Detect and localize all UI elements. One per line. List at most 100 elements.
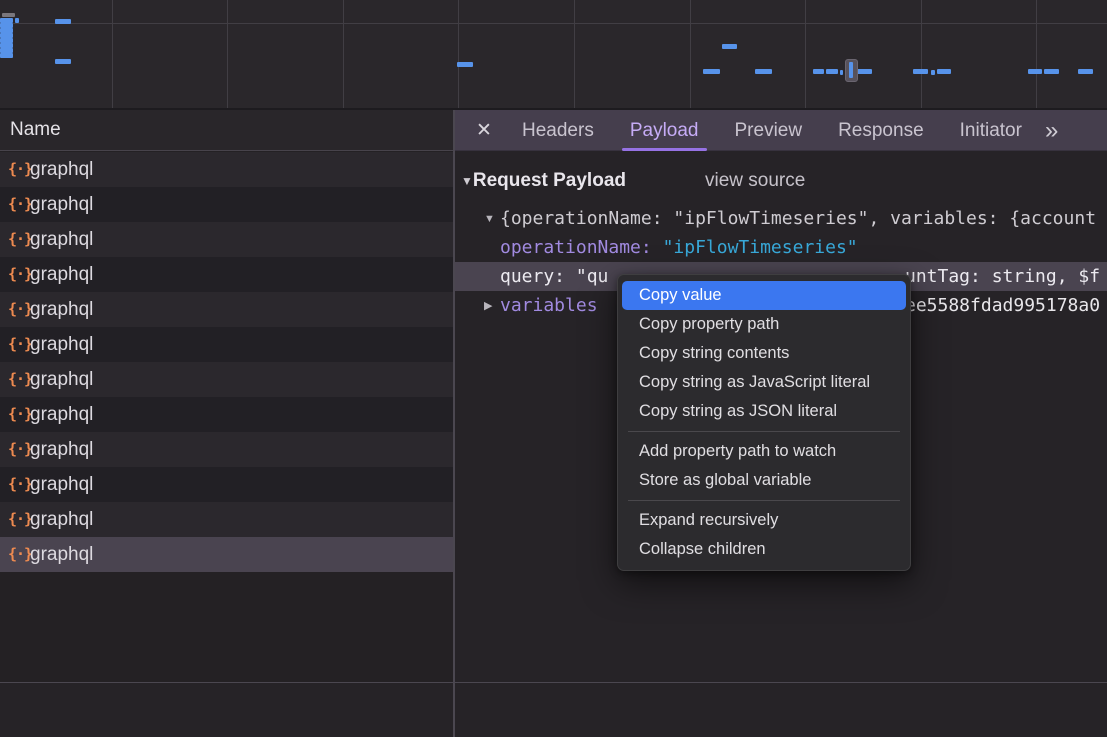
- timeline-selection-marker-bar: [849, 62, 853, 78]
- waterfall-bar: [55, 19, 71, 24]
- close-icon[interactable]: ✕: [467, 119, 501, 142]
- timeline-gridline: [0, 23, 1107, 24]
- request-row[interactable]: {·}graphql: [0, 257, 453, 292]
- panel-split-divider[interactable]: [453, 110, 455, 737]
- request-row[interactable]: {·}graphql: [0, 152, 453, 187]
- tab-initiator[interactable]: Initiator: [945, 110, 1037, 151]
- request-row[interactable]: {·}graphql: [0, 327, 453, 362]
- property-key: variables: [500, 295, 598, 316]
- request-row[interactable]: {·}graphql: [0, 362, 453, 397]
- waterfall-bar: [913, 69, 928, 74]
- section-title: Request Payload: [473, 170, 626, 191]
- json-braces-icon: {·}: [0, 467, 30, 502]
- json-braces-icon: {·}: [0, 397, 30, 432]
- request-row[interactable]: {·}graphql: [0, 432, 453, 467]
- json-braces-icon: {·}: [0, 187, 30, 222]
- request-row[interactable]: {·}graphql: [0, 187, 453, 222]
- menu-item-add-property-path-to-watch[interactable]: Add property path to watch: [618, 437, 910, 466]
- json-braces-icon: {·}: [0, 222, 30, 257]
- request-name: graphql: [30, 187, 93, 222]
- json-braces-icon: {·}: [0, 292, 30, 327]
- more-tabs-icon[interactable]: »: [1045, 110, 1056, 151]
- property-key: operationName:: [500, 237, 652, 258]
- json-braces-icon: {·}: [0, 362, 30, 397]
- name-column-label: Name: [10, 119, 61, 140]
- request-row[interactable]: {·}graphql: [0, 502, 453, 537]
- timeline-gridline: [574, 0, 575, 108]
- property-key: query:: [500, 266, 565, 287]
- request-name: graphql: [30, 362, 93, 397]
- menu-item-copy-string-as-javascript-literal[interactable]: Copy string as JavaScript literal: [618, 368, 910, 397]
- waterfall-bar: [937, 69, 951, 74]
- waterfall-bar: [703, 69, 720, 74]
- tab-response[interactable]: Response: [823, 110, 939, 151]
- request-row[interactable]: {·}graphql: [0, 397, 453, 432]
- section-collapse-icon[interactable]: ▼: [461, 174, 473, 188]
- timeline-gridline: [112, 0, 113, 108]
- waterfall-bar: [15, 18, 19, 23]
- json-braces-icon: {·}: [0, 327, 30, 362]
- request-name: graphql: [30, 327, 93, 362]
- network-panel-body: Name {·}graphql{·}graphql{·}graphql{·}gr…: [0, 110, 1107, 682]
- property-value: "ipFlowTimeseries": [663, 237, 858, 258]
- request-name: graphql: [30, 292, 93, 327]
- menu-item-copy-string-as-json-literal[interactable]: Copy string as JSON literal: [618, 397, 910, 426]
- request-name: graphql: [30, 537, 93, 572]
- request-row[interactable]: {·}graphql: [0, 467, 453, 502]
- tab-preview[interactable]: Preview: [720, 110, 818, 151]
- network-overview-timeline[interactable]: [0, 0, 1107, 110]
- menu-item-store-as-global-variable[interactable]: Store as global variable: [618, 466, 910, 495]
- devtools-window: Name {·}graphql{·}graphql{·}graphql{·}gr…: [0, 0, 1107, 737]
- json-braces-icon: {·}: [0, 152, 30, 187]
- waterfall-bar: [457, 62, 473, 67]
- request-name: graphql: [30, 397, 93, 432]
- json-braces-icon: {·}: [0, 537, 30, 572]
- waterfall-bar: [931, 70, 935, 75]
- timeline-gridline: [458, 0, 459, 108]
- timeline-gridline: [1036, 0, 1037, 108]
- waterfall-bar: [826, 69, 838, 74]
- menu-item-collapse-children[interactable]: Collapse children: [618, 535, 910, 564]
- timeline-gridline: [921, 0, 922, 108]
- request-payload-section-header[interactable]: ▼Request Payload view source: [453, 165, 1107, 197]
- tab-payload[interactable]: Payload: [615, 110, 714, 151]
- payload-row-operation-name[interactable]: operationName: "ipFlowTimeseries": [453, 233, 1107, 262]
- tab-headers[interactable]: Headers: [507, 110, 609, 151]
- menu-separator: [628, 500, 900, 501]
- menu-item-expand-recursively[interactable]: Expand recursively: [618, 506, 910, 535]
- request-list-panel: Name {·}graphql{·}graphql{·}graphql{·}gr…: [0, 110, 453, 682]
- property-preview-right: ee5588fdad995178a0: [905, 291, 1100, 320]
- request-list: {·}graphql{·}graphql{·}graphql{·}graphql…: [0, 152, 453, 682]
- payload-row-root[interactable]: ▼{operationName: "ipFlowTimeseries", var…: [453, 204, 1107, 233]
- status-bar: [0, 682, 1107, 737]
- property-value-left: "qu: [576, 266, 609, 287]
- request-row[interactable]: {·}graphql: [0, 537, 453, 572]
- request-name: graphql: [30, 257, 93, 292]
- expand-icon[interactable]: ▼: [484, 205, 500, 233]
- request-name: graphql: [30, 222, 93, 257]
- timeline-gridline: [343, 0, 344, 108]
- waterfall-bar: [55, 59, 71, 64]
- name-column-header[interactable]: Name: [0, 110, 453, 151]
- menu-item-copy-value[interactable]: Copy value: [622, 281, 906, 310]
- waterfall-bar: [840, 70, 843, 75]
- view-source-link[interactable]: view source: [705, 165, 805, 197]
- menu-item-copy-string-contents[interactable]: Copy string contents: [618, 339, 910, 368]
- json-braces-icon: {·}: [0, 432, 30, 467]
- json-braces-icon: {·}: [0, 257, 30, 292]
- property-value-right: untTag: string, $f: [905, 262, 1100, 291]
- request-row[interactable]: {·}graphql: [0, 292, 453, 327]
- timeline-gray-bar: [2, 13, 15, 17]
- waterfall-bar: [857, 69, 872, 74]
- request-name: graphql: [30, 502, 93, 537]
- context-menu: Copy valueCopy property pathCopy string …: [617, 274, 911, 571]
- request-row[interactable]: {·}graphql: [0, 222, 453, 257]
- waterfall-bar: [722, 44, 737, 49]
- menu-separator: [628, 431, 900, 432]
- waterfall-bar: [813, 69, 824, 74]
- expand-icon[interactable]: ▶: [484, 292, 500, 320]
- waterfall-bar: [1078, 69, 1093, 74]
- timeline-gridline: [690, 0, 691, 108]
- timeline-gridline: [227, 0, 228, 108]
- menu-item-copy-property-path[interactable]: Copy property path: [618, 310, 910, 339]
